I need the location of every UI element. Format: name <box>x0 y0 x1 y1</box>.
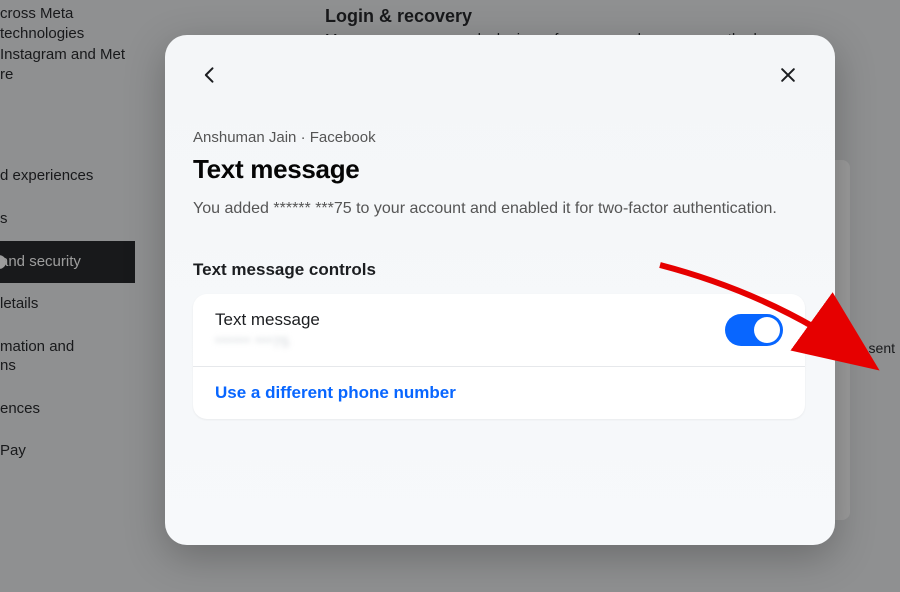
breadcrumb: Anshuman Jain · Facebook <box>193 129 805 146</box>
toggle-knob <box>754 317 780 343</box>
modal-title: Text message <box>193 154 805 185</box>
controls-section-label: Text message controls <box>193 260 805 280</box>
row-texts: Text message ****** ***75 <box>215 310 320 350</box>
modal-header <box>193 55 805 95</box>
use-different-number-row[interactable]: Use a different phone number <box>193 366 805 419</box>
row-subtitle-masked: ****** ***75 <box>215 334 320 350</box>
back-button[interactable] <box>193 58 227 92</box>
close-icon <box>778 65 798 85</box>
close-button[interactable] <box>771 58 805 92</box>
text-message-row: Text message ****** ***75 <box>193 294 805 366</box>
modal-description: You added ****** ***75 to your account a… <box>193 197 783 220</box>
text-message-toggle[interactable] <box>725 314 783 346</box>
row-title: Text message <box>215 310 320 330</box>
app-root: cross Meta technologies Instagram and Me… <box>0 0 900 592</box>
use-different-number-link[interactable]: Use a different phone number <box>215 383 456 403</box>
chevron-left-icon <box>200 65 220 85</box>
controls-card: Text message ****** ***75 Use a differen… <box>193 294 805 419</box>
text-message-modal: Anshuman Jain · Facebook Text message Yo… <box>165 35 835 545</box>
